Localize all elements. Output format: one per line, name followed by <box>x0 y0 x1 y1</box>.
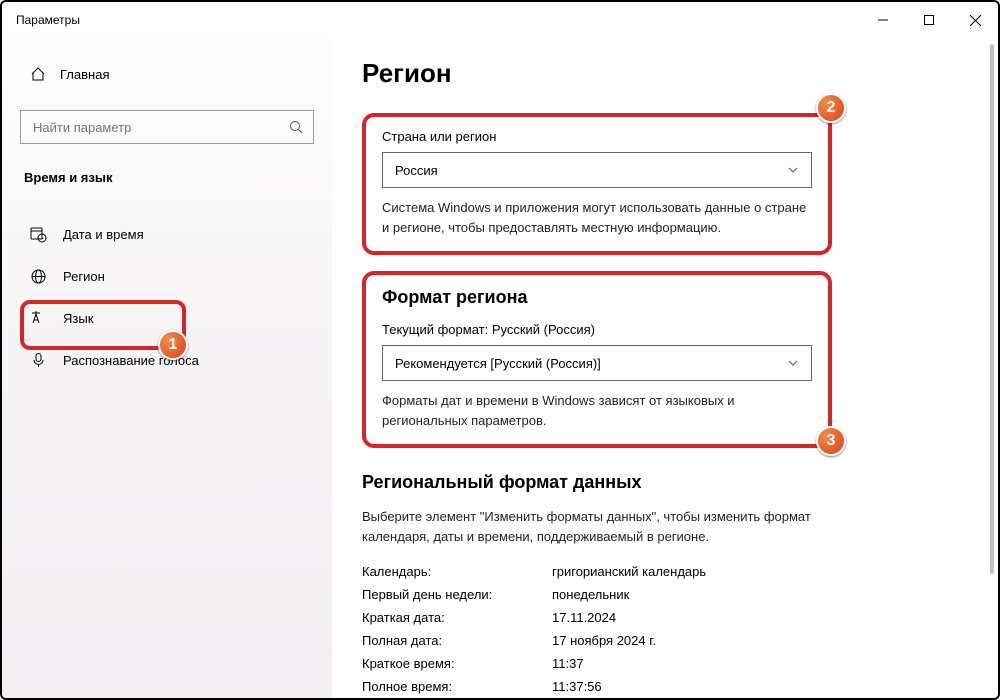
table-row: Первый день недели:понедельник <box>362 583 832 606</box>
regional-table: Календарь:григорианский календарь Первый… <box>362 560 832 698</box>
minimize-button[interactable] <box>860 2 906 38</box>
microphone-icon <box>30 352 47 369</box>
table-row: Полная дата:17 ноября 2024 г. <box>362 629 832 652</box>
format-heading: Формат региона <box>382 287 812 308</box>
format-desc: Форматы дат и времени в Windows зависят … <box>382 391 812 430</box>
sidebar-item-label: Дата и время <box>63 227 144 242</box>
sidebar-category: Время и язык <box>20 170 314 185</box>
chevron-down-icon <box>787 164 799 176</box>
search-icon <box>289 120 303 134</box>
maximize-button[interactable] <box>906 2 952 38</box>
window-controls <box>860 2 998 38</box>
calendar-clock-icon <box>30 226 47 243</box>
regional-heading: Региональный формат данных <box>362 472 832 493</box>
sidebar: Главная Время и язык Дата и время <box>2 38 332 698</box>
search-input[interactable] <box>31 119 289 136</box>
page-title: Регион <box>362 58 958 89</box>
country-value: Россия <box>395 163 438 178</box>
table-row: Календарь:григорианский календарь <box>362 560 832 583</box>
annotation-badge-1: 1 <box>158 330 188 360</box>
annotation-box-2: Страна или регион Россия Система Windows… <box>362 113 832 255</box>
titlebar: Параметры <box>2 2 998 38</box>
scrollbar[interactable] <box>990 44 994 574</box>
country-dropdown[interactable]: Россия <box>382 152 812 188</box>
sidebar-item-date-time[interactable]: Дата и время <box>20 213 314 255</box>
language-icon <box>30 310 47 327</box>
annotation-badge-3: 3 <box>816 426 846 456</box>
sidebar-home-label: Главная <box>60 67 109 82</box>
close-button[interactable] <box>952 2 998 38</box>
search-box[interactable] <box>20 110 314 144</box>
table-row: Краткое время:11:37 <box>362 652 832 675</box>
main-panel: Регион Страна или регион Россия Система … <box>332 38 998 698</box>
home-icon <box>30 66 46 82</box>
format-dropdown[interactable]: Рекомендуется [Русский (Россия)] <box>382 345 812 381</box>
sidebar-item-label: Регион <box>63 269 105 284</box>
regional-desc: Выберите элемент "Изменить форматы данны… <box>362 507 832 546</box>
country-label: Страна или регион <box>382 129 812 144</box>
window-title: Параметры <box>16 13 80 27</box>
chevron-down-icon <box>787 357 799 369</box>
regional-section: Региональный формат данных Выберите элем… <box>362 472 832 698</box>
table-row: Полное время:11:37:56 <box>362 675 832 698</box>
globe-icon <box>30 268 47 285</box>
sidebar-item-region[interactable]: Регион <box>20 255 314 297</box>
format-current: Текущий формат: Русский (Россия) <box>382 322 812 337</box>
country-desc: Система Windows и приложения могут испол… <box>382 198 812 237</box>
format-value: Рекомендуется [Русский (Россия)] <box>395 356 601 371</box>
table-row: Краткая дата:17.11.2024 <box>362 606 832 629</box>
settings-window: Параметры Главная <box>0 0 1000 700</box>
sidebar-home[interactable]: Главная <box>20 56 314 92</box>
sidebar-item-label: Язык <box>63 311 93 326</box>
annotation-badge-2: 2 <box>816 93 846 123</box>
annotation-box-3: Формат региона Текущий формат: Русский (… <box>362 271 832 448</box>
content-area: Главная Время и язык Дата и время <box>2 38 998 698</box>
